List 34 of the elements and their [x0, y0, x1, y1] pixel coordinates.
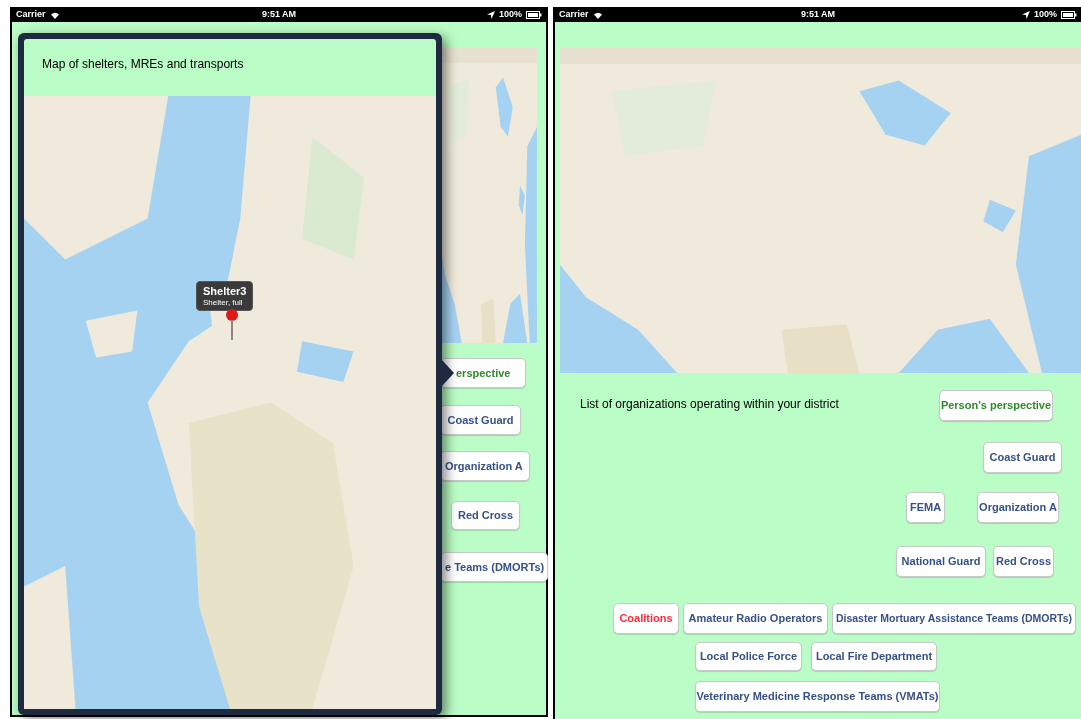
carrier-label: Carrier	[16, 7, 46, 21]
organization-button[interactable]: Red Cross	[451, 501, 520, 530]
organization-button[interactable]: Coast Guard	[983, 442, 1062, 473]
battery-icon	[526, 10, 542, 19]
location-arrow-icon	[1021, 10, 1030, 19]
organization-button[interactable]: Veterinary Medicine Response Teams (VMATs)	[695, 681, 940, 712]
organization-button[interactable]: Coast Guard	[440, 405, 521, 435]
clock-label: 9:51 AM	[261, 7, 297, 21]
organization-button[interactable]: Organization A	[440, 451, 530, 481]
organization-button[interactable]: e Teams (DMORTs)	[440, 552, 548, 582]
battery-icon	[1061, 10, 1077, 19]
organization-button[interactable]: FEMA	[906, 492, 945, 523]
section-heading: List of organizations operating within your district	[580, 396, 839, 413]
callout-title: Shelter3	[203, 284, 247, 298]
organization-button[interactable]: Organization A	[977, 492, 1059, 523]
organization-button[interactable]: Local Police Force	[695, 642, 802, 671]
popover-title: Map of shelters, MREs and transports	[42, 57, 244, 71]
organization-button[interactable]: Red Cross	[993, 546, 1054, 577]
carrier-label: Carrier	[559, 7, 589, 21]
clock-label: 9:51 AM	[800, 7, 836, 21]
battery-percentage: 100%	[498, 7, 522, 21]
organization-button[interactable]: erspective	[440, 358, 526, 388]
organization-button[interactable]: Disaster Mortuary Assistance Teams (DMORTs)	[832, 603, 1076, 634]
organization-button[interactable]: Person's perspective	[939, 390, 1053, 421]
battery-percentage: 100%	[1033, 7, 1057, 21]
organization-button[interactable]: Amateur Radio Operators	[683, 603, 828, 634]
location-arrow-icon	[486, 10, 495, 19]
organization-button[interactable]: Coalitions	[613, 603, 679, 634]
callout-subtitle: Shelter, full	[203, 298, 244, 308]
wifi-icon	[49, 10, 60, 19]
organization-button[interactable]: Local Fire Department	[811, 642, 937, 671]
map-pin-icon	[224, 308, 240, 340]
wifi-icon	[592, 10, 603, 19]
organization-button[interactable]: National Guard	[896, 546, 986, 577]
